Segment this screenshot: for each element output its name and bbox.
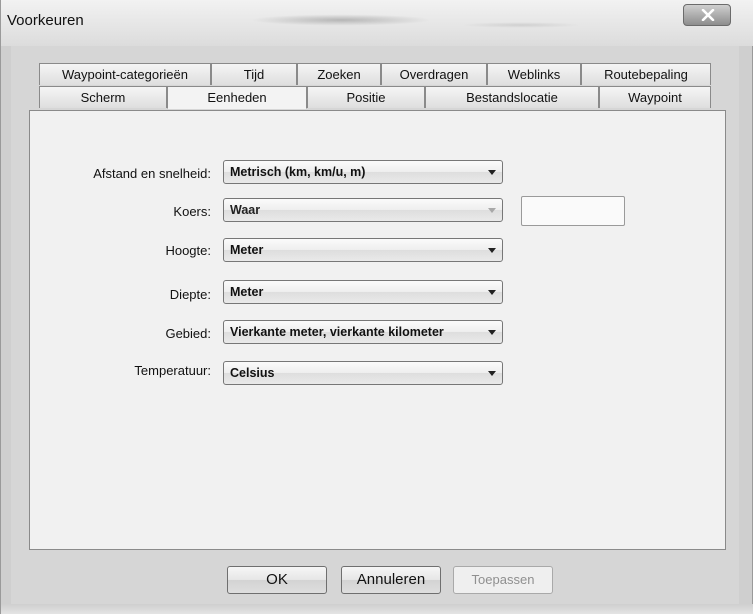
close-icon bbox=[701, 9, 715, 21]
heading-value: Waar bbox=[230, 203, 261, 217]
tab-time[interactable]: Tijd bbox=[211, 63, 297, 85]
area-label: Gebied: bbox=[165, 326, 211, 341]
tab-units[interactable]: Eenheden bbox=[167, 86, 307, 109]
altitude-value: Meter bbox=[230, 243, 264, 257]
chevron-down-icon bbox=[488, 248, 496, 253]
tab-weblinks[interactable]: Weblinks bbox=[487, 63, 581, 85]
chevron-down-icon bbox=[488, 330, 496, 335]
cancel-button[interactable]: Annuleren bbox=[341, 566, 441, 594]
tab-file-location[interactable]: Bestandslocatie bbox=[425, 86, 599, 108]
distance-label: Afstand en snelheid: bbox=[93, 166, 211, 181]
tab-transfer[interactable]: Overdragen bbox=[381, 63, 487, 85]
close-button[interactable] bbox=[683, 4, 731, 26]
heading-label: Koers: bbox=[173, 204, 211, 219]
chevron-down-icon bbox=[488, 208, 496, 213]
area-value: Vierkante meter, vierkante kilometer bbox=[230, 325, 444, 339]
tab-waypoint[interactable]: Waypoint bbox=[599, 86, 711, 108]
tab-row-bottom: Scherm Eenheden Positie Bestandslocatie … bbox=[39, 86, 711, 109]
altitude-select[interactable]: Meter bbox=[223, 238, 503, 262]
temperature-value: Celsius bbox=[230, 366, 275, 380]
depth-label: Diepte: bbox=[169, 287, 211, 302]
ok-button[interactable]: OK bbox=[227, 566, 327, 594]
temperature-select[interactable]: Celsius bbox=[223, 361, 503, 385]
chevron-down-icon bbox=[488, 170, 496, 175]
heading-offset-input[interactable] bbox=[521, 196, 625, 226]
tab-routing[interactable]: Routebepaling bbox=[581, 63, 711, 85]
area-select[interactable]: Vierkante meter, vierkante kilometer bbox=[223, 320, 503, 344]
title-bar[interactable]: Voorkeuren bbox=[1, 0, 753, 46]
depth-value: Meter bbox=[230, 285, 264, 299]
distance-value: Metrisch (km, km/u, m) bbox=[230, 165, 366, 179]
tab-display[interactable]: Scherm bbox=[39, 86, 167, 108]
temperature-label: Temperatuur: bbox=[134, 363, 211, 378]
window-bottom-border bbox=[1, 604, 753, 614]
window-title: Voorkeuren bbox=[7, 12, 84, 29]
tab-row-top: Waypoint-categorieën Tijd Zoeken Overdra… bbox=[39, 63, 711, 85]
chevron-down-icon bbox=[488, 371, 496, 376]
tab-waypoint-categories[interactable]: Waypoint-categorieën bbox=[39, 63, 211, 85]
chevron-down-icon bbox=[488, 290, 496, 295]
preferences-window: Voorkeuren Waypoint-categorieën Tijd Zoe… bbox=[0, 0, 753, 614]
tab-position[interactable]: Positie bbox=[307, 86, 425, 108]
altitude-label: Hoogte: bbox=[165, 243, 211, 258]
depth-select[interactable]: Meter bbox=[223, 280, 503, 304]
distance-select[interactable]: Metrisch (km, km/u, m) bbox=[223, 160, 503, 184]
apply-button[interactable]: Toepassen bbox=[453, 566, 553, 594]
heading-select[interactable]: Waar bbox=[223, 198, 503, 222]
tab-search[interactable]: Zoeken bbox=[297, 63, 381, 85]
